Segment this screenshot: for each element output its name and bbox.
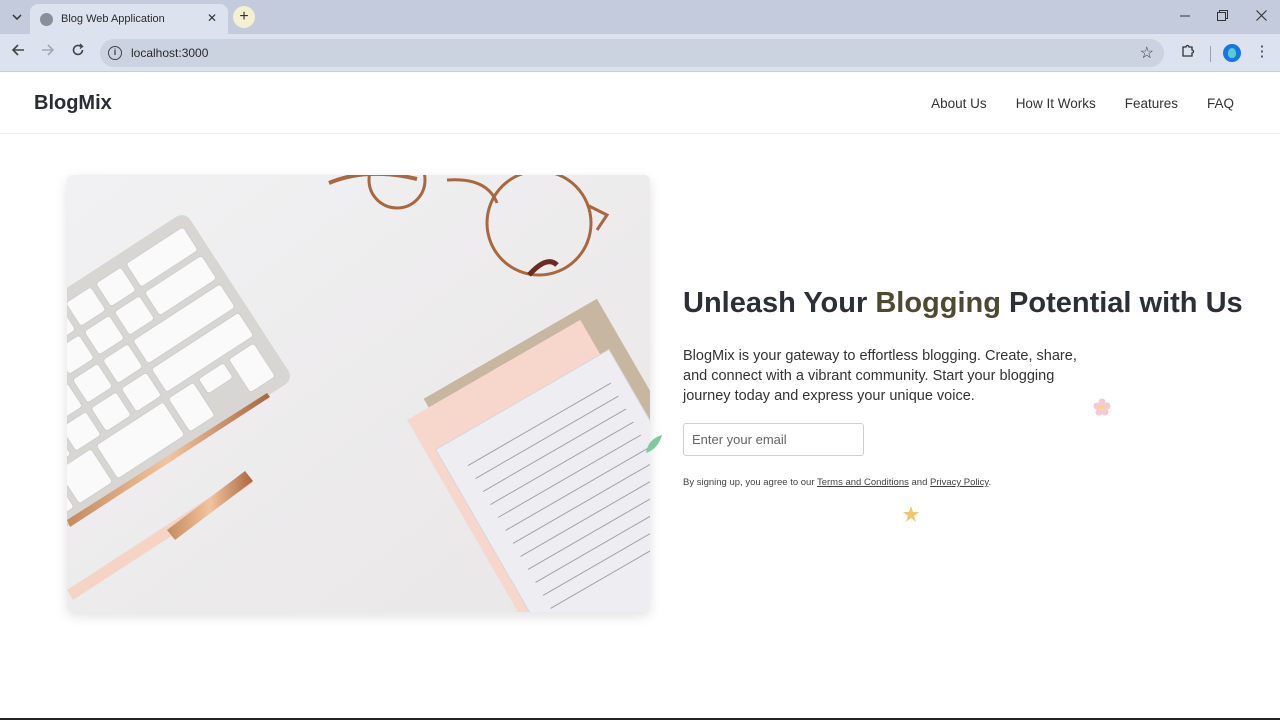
address-bar[interactable]: i localhost:3000 ☆ — [100, 39, 1164, 67]
forward-arrow-icon[interactable] — [38, 43, 58, 63]
star-decoration-icon — [902, 505, 920, 523]
back-arrow-icon[interactable] — [8, 43, 28, 63]
privacy-link[interactable]: Privacy Policy — [930, 477, 988, 488]
globe-icon — [40, 12, 53, 26]
nav-features[interactable]: Features — [1125, 96, 1178, 111]
bookmark-star-icon[interactable]: ☆ — [1140, 43, 1154, 63]
nav-about-us[interactable]: About Us — [931, 96, 987, 111]
main-nav: About Us How It Works Features FAQ — [931, 96, 1234, 111]
tab-search-chevron-icon[interactable] — [6, 7, 28, 27]
window-close-icon[interactable] — [1251, 8, 1271, 26]
terms-link[interactable]: Terms and Conditions — [817, 477, 909, 488]
browser-tab[interactable]: Blog Web Application ✕ — [30, 4, 228, 34]
browser-toolbar: i localhost:3000 ☆ ⋮ — [0, 34, 1280, 72]
browser-menu-icon[interactable]: ⋮ — [1254, 42, 1270, 62]
headline-accent: Blogging — [875, 287, 1001, 319]
email-input[interactable] — [683, 423, 864, 456]
minimize-icon[interactable] — [1175, 8, 1195, 26]
brand-logo[interactable]: BlogMix — [34, 92, 112, 115]
restore-icon[interactable] — [1212, 8, 1232, 26]
nav-how-it-works[interactable]: How It Works — [1016, 96, 1096, 111]
browser-tab-strip: Blog Web Application ✕ + — [0, 0, 1280, 34]
site-info-icon[interactable]: i — [108, 46, 122, 60]
signup-legal-text: By signing up, you agree to our Terms an… — [683, 477, 992, 488]
leaf-decoration-icon — [644, 433, 664, 455]
extensions-puzzle-icon[interactable] — [1179, 43, 1197, 61]
site-header: BlogMix About Us How It Works Features F… — [0, 73, 1280, 134]
tab-title: Blog Web Application — [61, 13, 165, 25]
web-page: BlogMix About Us How It Works Features F… — [0, 73, 1280, 720]
hero-image — [67, 175, 650, 612]
flower-decoration-icon — [1093, 398, 1111, 416]
new-tab-button[interactable]: + — [233, 6, 255, 28]
url-text: localhost:3000 — [131, 46, 209, 60]
hero-headline: Unleash Your Blogging Potential with Us — [683, 287, 1243, 319]
nav-faq[interactable]: FAQ — [1207, 96, 1234, 111]
profile-avatar-icon[interactable] — [1223, 44, 1241, 62]
tab-close-icon[interactable]: ✕ — [204, 10, 220, 26]
toolbar-divider — [1210, 46, 1211, 62]
reload-icon[interactable] — [68, 43, 88, 63]
hero-description: BlogMix is your gateway to effortless bl… — [683, 348, 1077, 404]
hero-content: Unleash Your Blogging Potential with Us … — [683, 284, 1243, 488]
